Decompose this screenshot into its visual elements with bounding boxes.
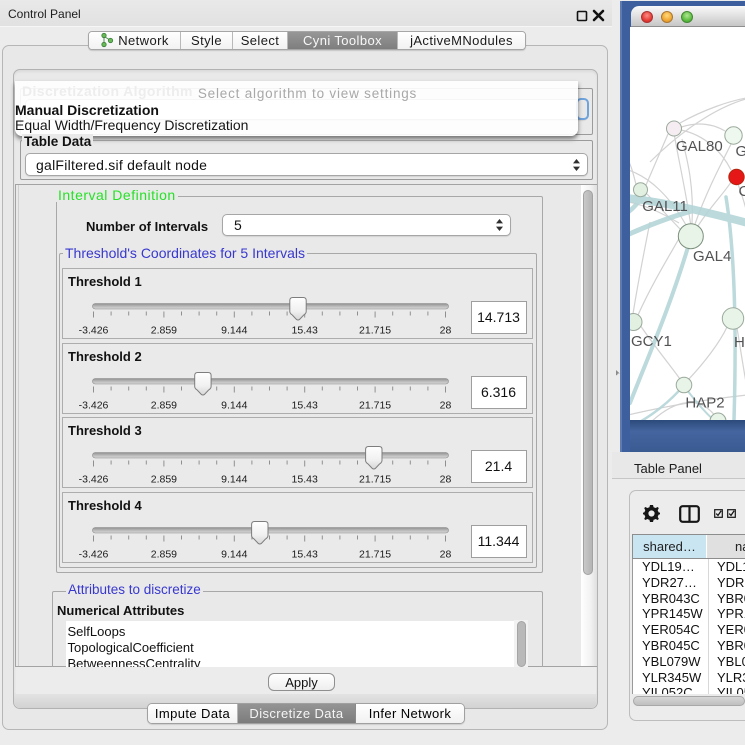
svg-text:H: H <box>734 334 745 351</box>
svg-text:28: 28 <box>439 549 451 561</box>
svg-text:GAL4: GAL4 <box>693 248 731 265</box>
svg-text:28: 28 <box>439 474 451 486</box>
svg-text:9.144: 9.144 <box>221 325 247 337</box>
svg-text:-3.426: -3.426 <box>78 474 108 486</box>
svg-text:21.715: 21.715 <box>359 325 391 337</box>
svg-text:28: 28 <box>439 400 451 412</box>
svg-text:28: 28 <box>439 325 451 337</box>
svg-text:15.43: 15.43 <box>291 549 317 561</box>
svg-text:-3.426: -3.426 <box>78 400 108 412</box>
svg-text:15.43: 15.43 <box>291 325 317 337</box>
svg-text:-3.426: -3.426 <box>78 549 108 561</box>
svg-text:21.715: 21.715 <box>359 549 391 561</box>
svg-text:21.715: 21.715 <box>359 474 391 486</box>
svg-text:2.859: 2.859 <box>150 400 176 412</box>
svg-text:GA: GA <box>736 143 745 160</box>
svg-text:-3.426: -3.426 <box>78 325 108 337</box>
svg-text:21.715: 21.715 <box>359 400 391 412</box>
svg-text:2.859: 2.859 <box>150 549 176 561</box>
svg-text:9.144: 9.144 <box>221 549 247 561</box>
svg-text:2.859: 2.859 <box>150 474 176 486</box>
svg-text:C: C <box>739 183 745 200</box>
svg-text:GCY1: GCY1 <box>631 333 672 350</box>
svg-text:9.144: 9.144 <box>221 474 247 486</box>
svg-text:9.144: 9.144 <box>221 400 247 412</box>
svg-text:GAL11: GAL11 <box>642 198 688 215</box>
svg-text:2.859: 2.859 <box>150 325 176 337</box>
svg-text:15.43: 15.43 <box>291 474 317 486</box>
svg-text:GAL80: GAL80 <box>676 138 723 155</box>
svg-text:HAP2: HAP2 <box>685 395 724 412</box>
svg-text:15.43: 15.43 <box>291 400 317 412</box>
